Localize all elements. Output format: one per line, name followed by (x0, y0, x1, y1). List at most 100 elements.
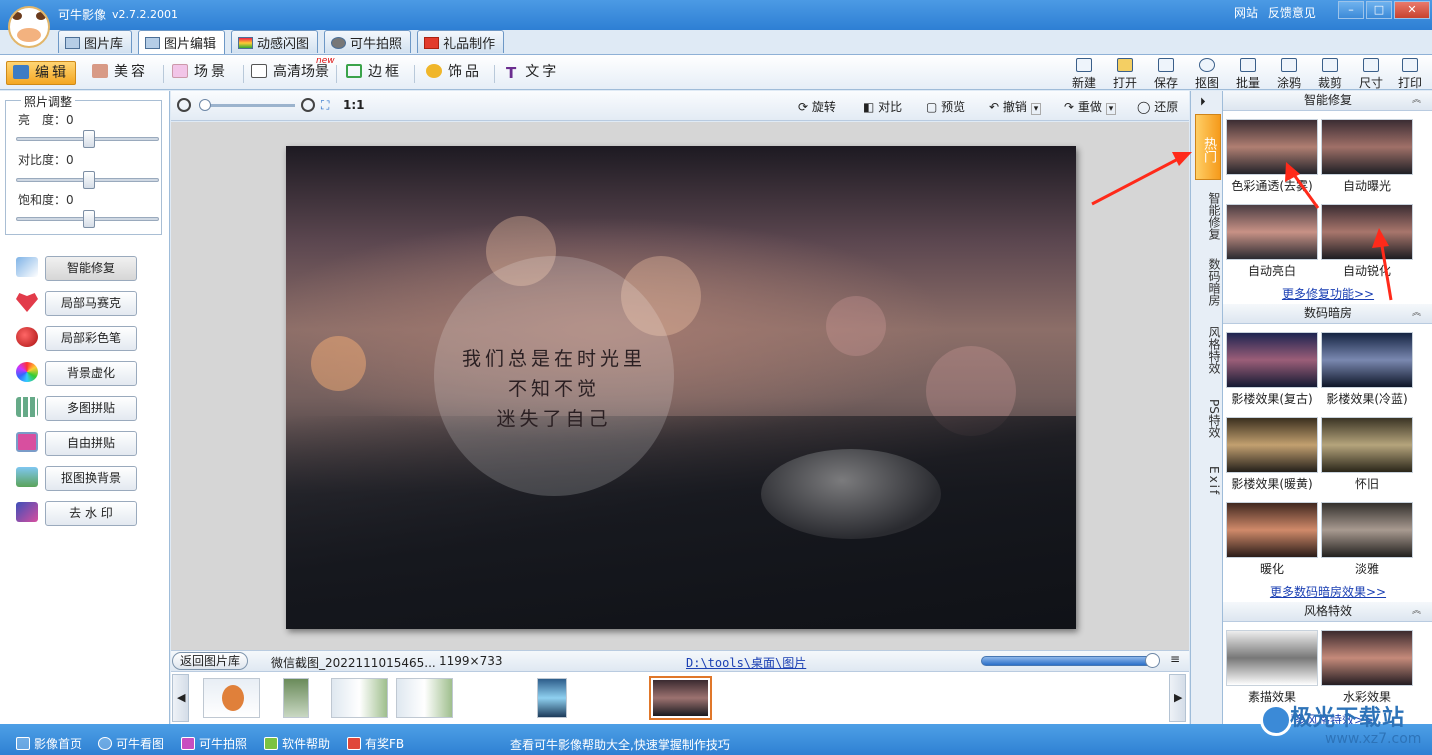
effect-warming[interactable]: 暖化 (1226, 502, 1318, 577)
thumbnail[interactable] (537, 678, 567, 718)
batch-button[interactable]: 批量 (1230, 58, 1266, 91)
thumbnail[interactable] (283, 678, 309, 718)
title-bar (0, 0, 1432, 30)
resize-icon (1363, 58, 1379, 72)
contrast-label: 对比度：0 (18, 153, 74, 167)
watermark-url: www.xz7.com (1325, 731, 1422, 747)
gallery-icon (65, 37, 80, 49)
apple-icon (16, 327, 38, 347)
new-file-icon (1076, 58, 1092, 72)
local-mosaic-button[interactable]: 局部马赛克 (45, 291, 137, 316)
effect-watercolor[interactable]: 水彩效果 (1321, 630, 1413, 705)
side-tab-exif[interactable]: Exif (1195, 457, 1221, 505)
compare-button[interactable]: ◧ 对比 (863, 98, 902, 115)
tab-gallery[interactable]: 图片库 (58, 30, 133, 53)
open-button[interactable]: 打开 (1107, 58, 1143, 91)
saturation-slider[interactable] (16, 210, 159, 228)
smart-repair-button[interactable]: 智能修复 (45, 256, 137, 281)
local-color-pen-button[interactable]: 局部彩色笔 (45, 326, 137, 351)
fit-screen-icon[interactable]: ⛶ (321, 98, 329, 113)
back-to-gallery-button[interactable]: 返回图片库 (172, 652, 248, 670)
hd-scene-icon (251, 64, 267, 78)
background-blur-button[interactable]: 背景虚化 (45, 361, 137, 386)
undo-dropdown-icon[interactable]: ▾ (1030, 103, 1042, 115)
help-link[interactable]: 软件帮助 (264, 735, 330, 752)
effect-nostalgia[interactable]: 怀旧 (1321, 417, 1413, 492)
app-name: 可牛影像 (58, 8, 107, 22)
zoom-out-icon[interactable] (177, 98, 194, 112)
preview-button[interactable]: ▢ 预览 (926, 98, 965, 115)
scroll-left-button[interactable]: ◀ (172, 674, 189, 722)
tab-animated[interactable]: 动感闪图 (231, 30, 319, 53)
tab-camera[interactable]: 可牛拍照 (324, 30, 412, 53)
tool-frame[interactable]: 边框 (340, 61, 408, 85)
thumb-size-slider[interactable] (981, 656, 1157, 666)
thumbnail[interactable] (203, 678, 260, 718)
tool-scene[interactable]: 场景 (166, 61, 234, 85)
edited-photo[interactable]: 我们总是在时光里 不知不觉 迷失了自己 (286, 146, 1076, 629)
size-button[interactable]: 尺寸 (1353, 58, 1389, 91)
help-tip[interactable]: 查看可牛影像帮助大全,快速掌握制作技巧 (510, 736, 730, 753)
feedback-link[interactable]: 反馈意见 (1268, 6, 1316, 20)
compare-icon: ◧ (863, 100, 879, 114)
tab-photo-edit[interactable]: 图片编辑 (138, 30, 226, 54)
camera-link[interactable]: 可牛拍照 (181, 735, 247, 752)
file-path-link[interactable]: D:\tools\桌面\图片 (686, 654, 806, 671)
side-tab-ps[interactable]: PS特效 (1195, 389, 1221, 447)
tool-decor[interactable]: 饰品 (420, 61, 488, 85)
side-tab-style[interactable]: 风格特效 (1195, 321, 1221, 379)
zoom-in-icon[interactable] (301, 98, 318, 112)
rotate-button[interactable]: ⟳ 旋转 (798, 98, 836, 115)
undo-icon: ↶ (989, 100, 1003, 114)
save-button[interactable]: 保存 (1148, 58, 1184, 91)
tool-beauty[interactable]: 美容 (86, 61, 154, 85)
brightness-thumb[interactable] (83, 130, 95, 148)
tool-edit[interactable]: 编辑 (6, 61, 76, 85)
print-button[interactable]: 打印 (1392, 58, 1428, 91)
multi-collage-button[interactable]: 多图拼贴 (45, 396, 137, 421)
thumbnail[interactable] (331, 678, 388, 718)
effect-studio-warm[interactable]: 影楼效果(暖黄) (1226, 417, 1318, 492)
saturation-thumb[interactable] (83, 210, 95, 228)
brightness-label: 亮 度：0 (18, 113, 74, 127)
thumbnail[interactable] (396, 678, 453, 718)
doodle-button[interactable]: 涂鸦 (1271, 58, 1307, 91)
section-style[interactable]: 风格特效 ︽ (1223, 602, 1432, 622)
effect-studio-retro[interactable]: 影楼效果(复古) (1226, 332, 1318, 407)
contrast-thumb[interactable] (83, 171, 95, 189)
cutout-change-bg-button[interactable]: 抠图换背景 (45, 466, 137, 491)
actual-size-button[interactable]: 1:1 (343, 98, 365, 112)
contrast-slider[interactable] (16, 171, 159, 189)
crop-button[interactable]: 裁剪 (1312, 58, 1348, 91)
minimize-button[interactable]: – (1338, 1, 1364, 19)
close-button[interactable]: ✕ (1394, 1, 1430, 19)
tab-gift[interactable]: 礼品制作 (417, 30, 505, 53)
zoom-thumb[interactable] (199, 99, 211, 111)
new-button[interactable]: 新建 (1066, 58, 1102, 91)
more-darkroom-link[interactable]: 更多数码暗房效果>> (1223, 583, 1432, 600)
collapse-icon[interactable]: ︽ (1412, 602, 1421, 621)
thumb-size-thumb[interactable] (1145, 653, 1160, 668)
feedback-award-link[interactable]: 有奖FB (347, 735, 404, 752)
scroll-right-button[interactable]: ▶ (1169, 674, 1186, 722)
menu-icon[interactable]: ≡ (1170, 652, 1180, 666)
remove-watermark-button[interactable]: 去 水 印 (45, 501, 137, 526)
website-link[interactable]: 网站 (1234, 6, 1258, 20)
effect-elegant[interactable]: 淡雅 (1321, 502, 1413, 577)
effect-sketch[interactable]: 素描效果 (1226, 630, 1318, 705)
zoom-slider[interactable] (199, 99, 295, 111)
photo-adjust-group: 照片调整 亮 度：0 对比度：0 饱和度：0 (5, 93, 162, 235)
free-collage-button[interactable]: 自由拼贴 (45, 431, 137, 456)
brightness-slider[interactable] (16, 130, 159, 148)
home-link[interactable]: 影像首页 (16, 735, 82, 752)
undo-button[interactable]: ↶ 撤销 ▾ (989, 98, 1042, 115)
tool-text[interactable]: T 文字 (500, 61, 565, 85)
viewer-link[interactable]: 可牛看图 (98, 735, 164, 752)
face-icon (92, 64, 108, 78)
cutout-button[interactable]: 抠图 (1189, 58, 1225, 91)
chevron-left-icon: ◀ (177, 691, 186, 704)
image-dimensions: 1199×733 (439, 654, 503, 668)
effect-studio-cool[interactable]: 影楼效果(冷蓝) (1321, 332, 1413, 407)
maximize-button[interactable]: □ (1366, 1, 1392, 19)
thumbnail-selected[interactable] (649, 676, 712, 720)
